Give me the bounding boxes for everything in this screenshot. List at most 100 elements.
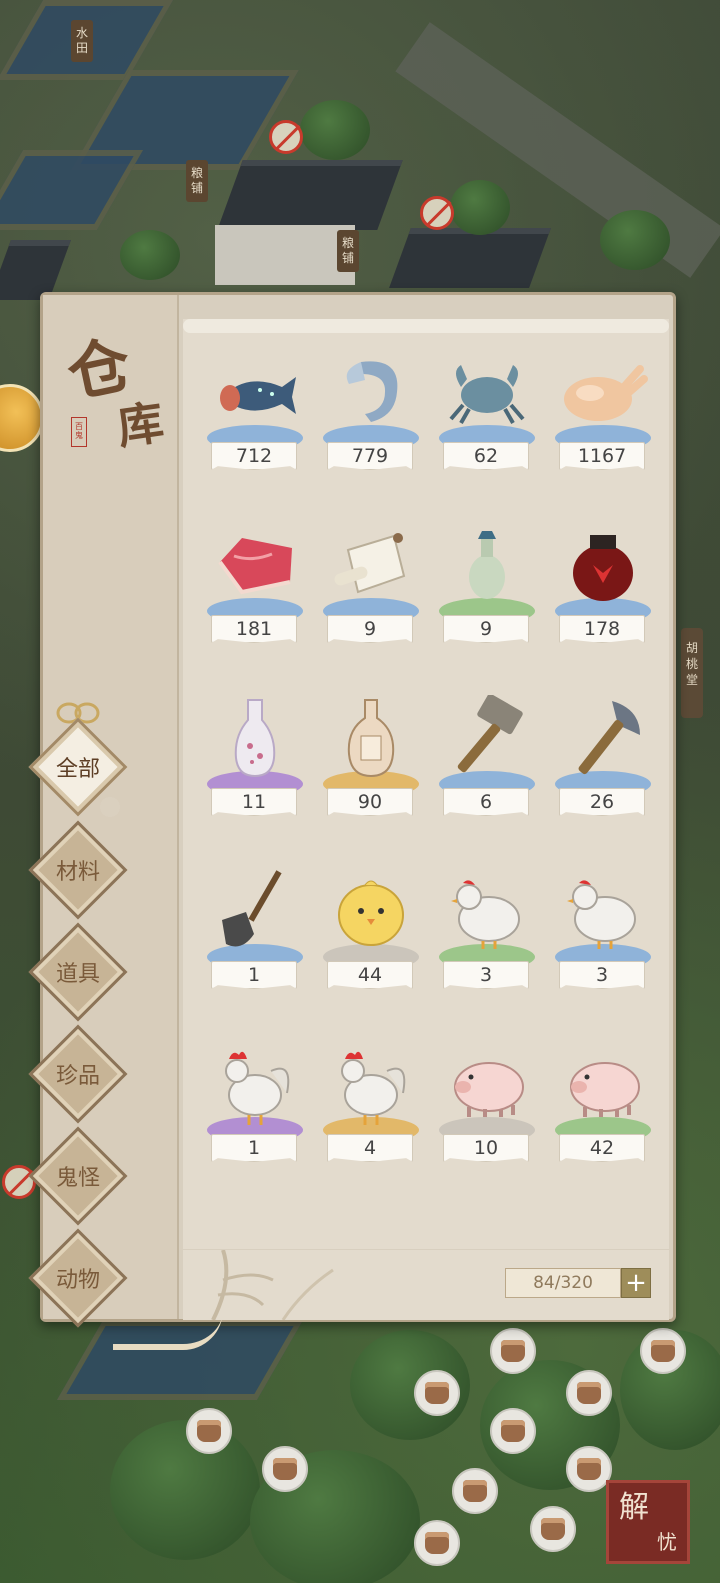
sake-bottle-icon <box>207 693 303 783</box>
tree <box>600 210 670 270</box>
category-tab-materials[interactable]: 材料 <box>28 820 128 920</box>
tree <box>300 100 370 160</box>
wood-stump-bubble[interactable] <box>530 1506 576 1552</box>
warehouse-footer: 84/320 + <box>183 1250 669 1320</box>
item-slot[interactable]: 9 <box>305 506 421 679</box>
sign-rice-field[interactable]: 水田 <box>71 20 93 62</box>
rooster-icon <box>207 1039 303 1129</box>
item-slot[interactable]: 1 <box>189 852 305 1025</box>
item-count: 9 <box>327 615 413 643</box>
item-slot[interactable]: 1 <box>189 1025 305 1198</box>
wood-stump-bubble[interactable] <box>490 1328 536 1374</box>
meat-icon <box>207 520 303 610</box>
building-wall <box>215 225 355 285</box>
category-label: 全部 <box>55 757 100 782</box>
fish-icon <box>207 347 303 437</box>
stump-icon <box>273 1458 297 1480</box>
item-slot[interactable]: 26 <box>537 679 653 852</box>
category-tab-ghosts[interactable]: 鬼怪 <box>28 1126 128 1226</box>
item-slot[interactable]: 1167 <box>537 333 653 506</box>
crab-icon <box>439 347 535 437</box>
wood-stump-bubble[interactable] <box>452 1468 498 1514</box>
item-slot[interactable]: 44 <box>305 852 421 1025</box>
wood-stump-bubble[interactable] <box>414 1370 460 1416</box>
tree <box>120 230 180 280</box>
scroll-icon <box>323 520 419 610</box>
building-roof <box>217 160 403 230</box>
wood-stump-bubble[interactable] <box>640 1328 686 1374</box>
item-slot[interactable]: 712 <box>189 333 305 506</box>
item-slot[interactable]: 3 <box>537 852 653 1025</box>
item-slot[interactable]: 42 <box>537 1025 653 1198</box>
item-slot[interactable]: 181 <box>189 506 305 679</box>
stump-icon <box>463 1480 487 1502</box>
item-slot[interactable]: 11 <box>189 679 305 852</box>
item-grid-scroll[interactable]: 712 779 62 1167 181 9 9 178 11 90 6 26 1 44 3 3 1 4 10 42 <box>183 319 669 1249</box>
stump-icon <box>651 1340 675 1362</box>
item-slot[interactable]: 3 <box>421 852 537 1025</box>
category-tab-treasures[interactable]: 珍品 <box>28 1024 128 1124</box>
building-roof <box>389 228 551 288</box>
jieyou-sub-label: 忧 <box>657 1530 677 1554</box>
item-count: 181 <box>211 615 297 643</box>
item-slot[interactable]: 178 <box>537 506 653 679</box>
wood-stump-bubble[interactable] <box>414 1520 460 1566</box>
pig-icon <box>555 1039 651 1129</box>
item-slot[interactable]: 62 <box>421 333 537 506</box>
category-label: 珍品 <box>55 1064 100 1089</box>
pig-icon <box>439 1039 535 1129</box>
sign-grain-shop[interactable]: 粮铺 <box>186 160 208 202</box>
item-slot[interactable]: 6 <box>421 679 537 852</box>
item-count: 1 <box>211 961 297 989</box>
category-tab-all[interactable]: 全部 <box>28 717 128 817</box>
category-tab-animals[interactable]: 动物 <box>28 1228 128 1328</box>
sign-grain-shop[interactable]: 粮铺 <box>337 230 359 272</box>
stump-icon <box>425 1382 449 1404</box>
item-count: 90 <box>327 788 413 816</box>
item-count: 44 <box>327 961 413 989</box>
roast-chicken-icon <box>555 347 651 437</box>
stump-icon <box>501 1420 525 1442</box>
jieyou-button[interactable]: 解 忧 <box>606 1480 690 1564</box>
category-label: 材料 <box>55 860 100 885</box>
item-slot[interactable]: 779 <box>305 333 421 506</box>
item-count: 1 <box>211 1134 297 1162</box>
item-slot[interactable]: 4 <box>305 1025 421 1198</box>
item-count: 4 <box>327 1134 413 1162</box>
item-count: 1167 <box>559 442 645 470</box>
hen-icon <box>555 866 651 956</box>
warehouse-title: 仓 库 百鬼 <box>61 319 171 469</box>
forbidden-icon[interactable] <box>269 120 303 154</box>
hammer-icon <box>439 693 535 783</box>
stump-icon <box>501 1340 525 1362</box>
item-slot[interactable]: 90 <box>305 679 421 852</box>
item-slot[interactable]: 10 <box>421 1025 537 1198</box>
tree <box>110 1420 260 1560</box>
stump-icon <box>541 1518 565 1540</box>
wine-bottle-icon <box>323 693 419 783</box>
stump-icon <box>577 1458 601 1480</box>
item-count: 3 <box>559 961 645 989</box>
shovel-icon <box>207 866 303 956</box>
item-slot[interactable]: 9 <box>421 506 537 679</box>
small-bottle-icon <box>439 520 535 610</box>
category-tab-tools[interactable]: 道具 <box>28 922 128 1022</box>
wood-stump-bubble[interactable] <box>490 1408 536 1454</box>
category-label: 鬼怪 <box>55 1166 100 1191</box>
title-char-2: 库 <box>113 395 167 455</box>
wood-stump-bubble[interactable] <box>566 1370 612 1416</box>
capacity-counter: 84/320 <box>505 1268 621 1298</box>
item-grid: 712 779 62 1167 181 9 9 178 11 90 6 26 1 44 3 3 1 4 10 42 <box>189 333 653 1198</box>
category-label: 道具 <box>55 962 100 987</box>
chick-icon <box>323 866 419 956</box>
stump-icon <box>425 1532 449 1554</box>
forbidden-icon[interactable] <box>420 196 454 230</box>
rooster-icon <box>323 1039 419 1129</box>
wood-stump-bubble[interactable] <box>262 1446 308 1492</box>
side-tab-hutaotang[interactable]: 胡桃堂 <box>681 628 703 718</box>
shrimp-icon <box>323 347 419 437</box>
item-count: 779 <box>327 442 413 470</box>
item-count: 10 <box>443 1134 529 1162</box>
wood-stump-bubble[interactable] <box>186 1408 232 1454</box>
expand-capacity-button[interactable]: + <box>621 1268 651 1298</box>
